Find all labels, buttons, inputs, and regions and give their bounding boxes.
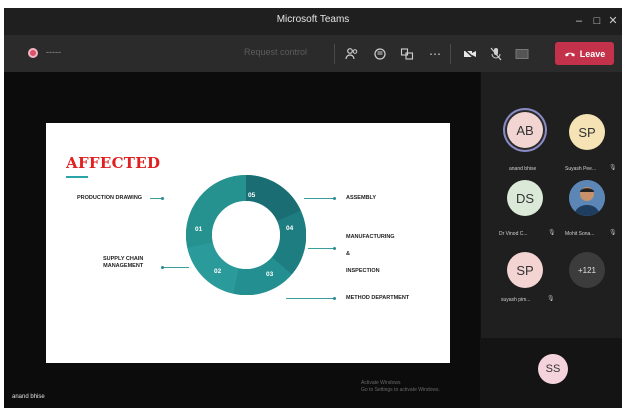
avatar[interactable] — [569, 180, 605, 216]
window-title: Microsoft Teams — [276, 14, 350, 25]
meeting-timer: ----- — [46, 47, 61, 57]
mic-muted-icon: 🎙 — [609, 230, 617, 236]
segment-label-03: 03 — [266, 271, 274, 278]
avatar-initials: SP — [516, 262, 534, 278]
avatar-initials: SS — [545, 363, 561, 375]
leave-label: Leave — [579, 48, 606, 59]
mic-off-icon[interactable] — [486, 44, 506, 64]
label-manufacturing: MANUFACTURING — [346, 234, 395, 240]
request-control-button[interactable]: Request control — [244, 47, 307, 57]
avatar-initials: AB — [516, 122, 534, 138]
connector-line — [304, 198, 334, 199]
avatar[interactable]: SS — [538, 354, 568, 384]
segment-label-01: 01 — [195, 226, 203, 233]
connector-line — [286, 298, 334, 299]
label-assembly: ASSEMBLY — [346, 195, 377, 201]
participant-name: suyash pim... — [501, 297, 531, 303]
segment-label-02: 02 — [214, 268, 222, 275]
connector-dot — [161, 266, 164, 269]
slide-title: AFFECTED — [66, 154, 161, 172]
title-underline — [66, 176, 88, 178]
participants-icon[interactable] — [342, 44, 362, 64]
teams-window: Microsoft Teams – □ ✕ ----- Request cont… — [4, 8, 622, 408]
connector-line — [308, 248, 334, 249]
minimize-icon[interactable]: – — [570, 12, 588, 30]
donut-segment-04 — [271, 210, 306, 275]
avatar-initials: DS — [515, 190, 535, 206]
watermark-line-1: Activate Windows — [361, 380, 401, 386]
recording-icon — [28, 48, 38, 58]
avatar[interactable]: AB — [507, 112, 543, 148]
connector-dot — [161, 197, 164, 200]
watermark-line-2: Go to Settings to activate Windows. — [361, 387, 440, 393]
toolbar-divider — [334, 44, 335, 64]
process-donut-diagram: 05 04 03 02 01 — [186, 175, 306, 295]
segment-label-05: 05 — [248, 192, 256, 199]
avatar[interactable]: SP — [569, 114, 605, 150]
self-view: SS — [480, 338, 622, 408]
connector-dot — [333, 297, 336, 300]
phone-hangup-icon — [564, 49, 576, 59]
mic-muted-icon: 🎙 — [547, 296, 555, 302]
participant-name: Mohit Sona... — [565, 231, 595, 237]
more-participants-button[interactable]: +121 — [569, 252, 605, 288]
label-method-department: METHOD DEPARTMENT — [346, 295, 410, 301]
more-participants-count: +121 — [577, 265, 597, 275]
chat-icon[interactable] — [370, 44, 390, 64]
connector-dot — [333, 247, 336, 250]
participant-name: Suyash Pee... — [565, 166, 597, 172]
breakout-rooms-icon[interactable] — [397, 44, 417, 64]
participant-name: anand bhise — [509, 166, 537, 172]
mic-muted-icon: 🎙 — [548, 230, 556, 236]
more-options-icon[interactable]: ⋯ — [425, 44, 445, 64]
activate-windows-watermark: Activate Windows Go to Settings to activ… — [361, 380, 440, 394]
label-production-drawing: PRODUCTION DRAWING — [77, 195, 143, 201]
leave-button[interactable]: Leave — [555, 42, 614, 65]
connector-dot — [333, 197, 336, 200]
share-screen-icon[interactable] — [512, 44, 532, 64]
camera-off-icon[interactable] — [460, 44, 480, 64]
presenter-name: anand bhise — [12, 394, 45, 400]
avatar[interactable]: DS — [507, 180, 543, 216]
label-inspection: INSPECTION — [346, 268, 380, 274]
title-bar: Microsoft Teams – □ ✕ — [4, 8, 622, 35]
participant-name: Dr Vinod C... — [499, 231, 528, 237]
meeting-toolbar: ----- Request control ⋯ Leave — [4, 35, 622, 72]
avatar[interactable]: SP — [507, 252, 543, 288]
shared-screen-stage: AFFECTED PRODUCTION DRAWING SUPPLY CHAIN… — [4, 72, 480, 408]
toolbar-divider — [450, 44, 451, 64]
mic-muted-icon: 🎙 — [609, 165, 617, 171]
profile-photo — [569, 180, 605, 216]
presentation-slide: AFFECTED PRODUCTION DRAWING SUPPLY CHAIN… — [46, 123, 450, 363]
close-icon[interactable]: ✕ — [604, 12, 622, 30]
donut-center — [212, 201, 280, 269]
label-ampersand: & — [346, 251, 350, 257]
avatar-initials: SP — [578, 124, 596, 140]
label-supply-chain: SUPPLY CHAIN MANAGEMENT — [103, 256, 144, 269]
segment-label-04: 04 — [286, 225, 294, 232]
